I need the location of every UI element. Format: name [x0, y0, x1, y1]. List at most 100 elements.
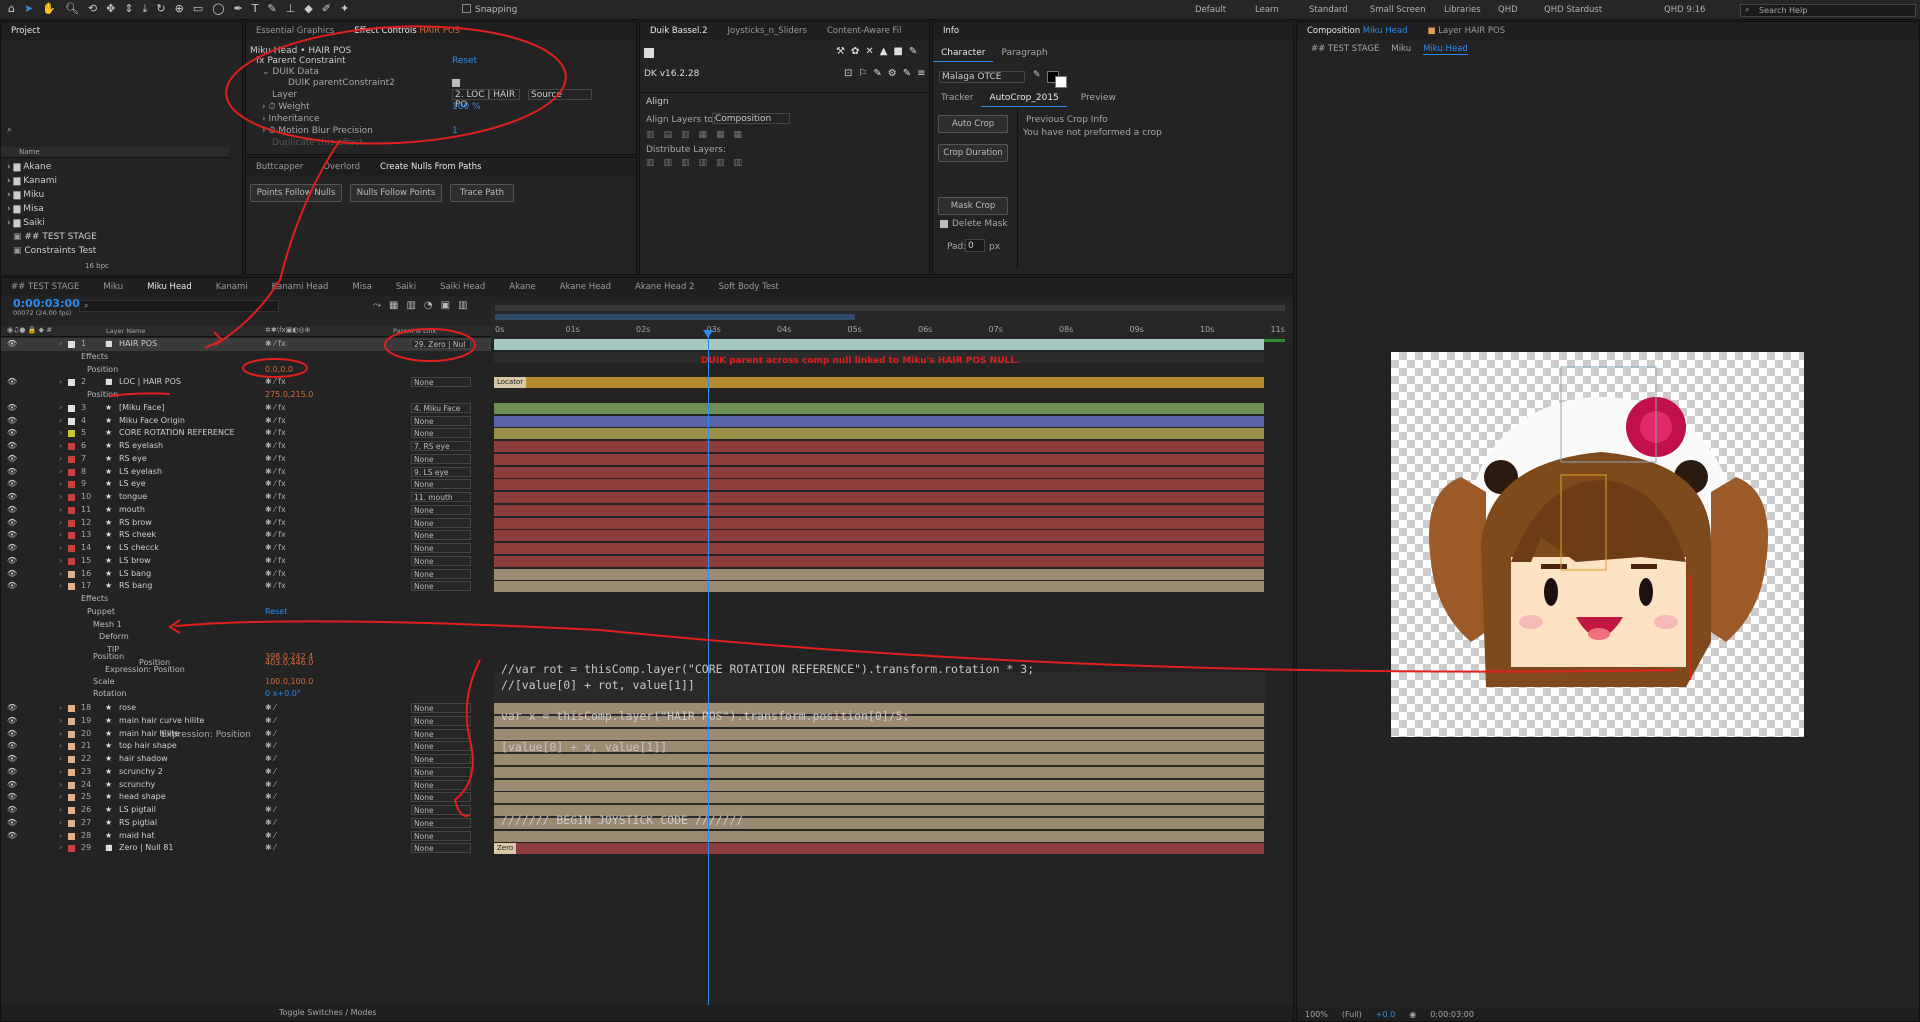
property-row[interactable]: Effects: [1, 351, 491, 364]
label-color-swatch[interactable]: [68, 583, 75, 591]
label-color-swatch[interactable]: [68, 532, 75, 540]
expand-arrow-icon[interactable]: ›: [59, 568, 62, 581]
delete-mask-checkbox[interactable]: [940, 220, 948, 228]
eye-icon[interactable]: 👁︎: [7, 338, 17, 351]
eye-icon[interactable]: 👁︎: [7, 804, 17, 817]
layer-name[interactable]: scrunchy 2: [119, 766, 163, 779]
list-item[interactable]: › ▆ Saiki: [1, 216, 229, 230]
layer-duration-bar[interactable]: [494, 568, 1264, 580]
mbp-value[interactable]: 1: [452, 126, 458, 136]
layer-duration-bar[interactable]: [494, 581, 1264, 593]
timeline-tab[interactable]: Kanami Head: [262, 278, 343, 296]
move-tool-icon[interactable]: ✥: [106, 2, 115, 16]
switch-icons[interactable]: ✱ ⁄: [265, 740, 276, 753]
stamp-tool-icon[interactable]: ⊥: [286, 2, 296, 16]
label-color-swatch[interactable]: [68, 455, 75, 463]
tab-joysticks[interactable]: Joysticks_n_Sliders: [718, 22, 817, 40]
table-row[interactable]: 👁︎ › 26 ★ LS pigtail ✱ ⁄ None: [1, 804, 491, 817]
table-row[interactable]: › 29 ■ Zero | Null 81 ✱ ⁄ None: [1, 842, 491, 855]
eye-icon[interactable]: 👁︎: [7, 478, 17, 491]
eye-icon[interactable]: 👁︎: [7, 715, 17, 728]
expand-arrow-icon[interactable]: ›: [59, 842, 62, 855]
eye-icon[interactable]: 👁︎: [7, 453, 17, 466]
orbit-tool-icon[interactable]: ⟲: [88, 2, 97, 16]
table-row[interactable]: 👁︎ › 11 ★ mouth ✱ ⁄ fx None: [1, 504, 491, 517]
name-column-header[interactable]: Name: [19, 147, 40, 158]
snapping-checkbox[interactable]: [462, 4, 471, 13]
property-row[interactable]: Deform: [1, 631, 491, 644]
expand-arrow-icon[interactable]: ›: [59, 517, 62, 530]
layer-select[interactable]: 2. LOC | HAIR PO: [452, 89, 520, 110]
switch-icons[interactable]: ✱ ⁄ fx: [265, 542, 286, 555]
list-item[interactable]: ▣ Constraints Test: [1, 244, 229, 258]
property-value[interactable]: 100.0,100.0: [265, 676, 313, 689]
eye-icon[interactable]: 👁︎: [7, 415, 17, 428]
table-row[interactable]: 👁︎ › 9 ★ LS eye ✱ ⁄ fx None: [1, 478, 491, 491]
label-color-swatch[interactable]: [68, 743, 75, 751]
table-row[interactable]: 👁︎ › 18 ★ rose ✱ ⁄ None: [1, 702, 491, 715]
layer-duration-bar[interactable]: [494, 555, 1264, 567]
parent-select[interactable]: None: [411, 766, 471, 777]
switch-icons[interactable]: ✱ ⁄ fx: [265, 555, 286, 568]
eye-icon[interactable]: 👁︎: [7, 504, 17, 517]
label-color-swatch[interactable]: [68, 506, 75, 514]
expand-arrow-icon[interactable]: ›: [59, 766, 62, 779]
label-color-swatch[interactable]: [68, 832, 75, 840]
layer-name[interactable]: LS pigtail: [119, 804, 156, 817]
tab-content-aware[interactable]: Content-Aware Fil: [817, 22, 912, 40]
layer-name[interactable]: Miku Face Origin: [119, 415, 185, 428]
parent-select[interactable]: 11. mouth: [411, 492, 471, 502]
layer-name[interactable]: Zero | Null 81: [119, 842, 173, 855]
parent-select[interactable]: 29. Zero | Nul: [411, 339, 471, 349]
table-row[interactable]: 👁︎ › 4 ★ Miku Face Origin ✱ ⁄ fx None: [1, 415, 491, 428]
locator-marker[interactable]: Locator: [494, 377, 527, 389]
tab-duik[interactable]: Duik Bassel.2: [640, 22, 718, 40]
timeline-tab[interactable]: Saiki Head: [430, 278, 499, 296]
layer-name-header[interactable]: Layer Name: [106, 327, 145, 335]
layer-name[interactable]: RS eyelash: [119, 440, 163, 453]
table-row[interactable]: 👁︎ › 25 ★ head shape ✱ ⁄ None: [1, 791, 491, 804]
fx-name[interactable]: fx Parent Constraint: [256, 56, 346, 66]
tab-buttcapper[interactable]: Buttcapper: [246, 158, 313, 176]
label-color-swatch[interactable]: [68, 845, 75, 853]
list-item[interactable]: ▣ ## TEST STAGE: [1, 230, 229, 244]
layer-name[interactable]: scrunchy: [119, 779, 155, 792]
layer-duration-bar[interactable]: [494, 517, 1264, 529]
switch-icons[interactable]: ✱ ⁄ fx: [265, 338, 286, 351]
layer-name[interactable]: RS pigtial: [119, 817, 157, 830]
puppet-reset-link[interactable]: Reset: [265, 606, 287, 619]
property-row[interactable]: Rotation 0 x+0.0°: [1, 688, 491, 701]
resolution-select[interactable]: (Full): [1342, 1010, 1362, 1019]
tab-paragraph[interactable]: Paragraph: [993, 48, 1055, 62]
parent-select[interactable]: None: [411, 792, 471, 803]
layer-name[interactable]: LS bang: [119, 568, 151, 581]
tab-create-nulls[interactable]: Create Nulls From Paths: [370, 158, 491, 176]
parent-select[interactable]: None: [411, 843, 471, 854]
breadcrumb-item[interactable]: Miku: [1391, 44, 1411, 55]
switch-icons[interactable]: ✱ ⁄ fx: [265, 440, 286, 453]
switch-icons[interactable]: ✱ ⁄: [265, 779, 276, 792]
tab-overlord[interactable]: Overlord: [313, 158, 370, 176]
workspace-default[interactable]: Default: [1195, 0, 1226, 20]
parent-select[interactable]: None: [411, 555, 471, 566]
switch-icons[interactable]: ✱ ⁄ fx: [265, 568, 286, 581]
code-line[interactable]: var x = thisComp.layer("HAIR POS").trans…: [501, 709, 1034, 725]
parent-select[interactable]: None: [411, 754, 471, 764]
switch-icons[interactable]: ✱ ⁄ fx: [265, 529, 286, 542]
eye-icon[interactable]: 👁︎: [7, 542, 17, 555]
label-color-swatch[interactable]: [68, 794, 75, 802]
table-row[interactable]: 👁︎ › 17 ★ RS bang ✱ ⁄ fx None: [1, 580, 491, 593]
table-row[interactable]: 👁︎ › 5 ★ CORE ROTATION REFERENCE ✱ ⁄ fx None: [1, 427, 491, 440]
eye-icon[interactable]: 👁︎: [7, 402, 17, 415]
puppet-tool-icon[interactable]: ✦: [340, 2, 349, 16]
camera-icon[interactable]: ◉: [1409, 1010, 1416, 1019]
workspace-qhd[interactable]: QHD: [1498, 0, 1518, 20]
list-item[interactable]: › ▆ Akane: [1, 160, 229, 174]
table-row[interactable]: 👁︎ › 24 ★ scrunchy ✱ ⁄ None: [1, 779, 491, 792]
timeline-tab[interactable]: Miku: [93, 278, 137, 296]
composition-canvas[interactable]: [1391, 352, 1804, 737]
table-row[interactable]: 👁︎ › 8 ★ LS eyelash ✱ ⁄ fx 9. LS eye: [1, 466, 491, 479]
layer-name[interactable]: top hair shape: [119, 740, 177, 753]
expand-arrow-icon[interactable]: ›: [59, 702, 62, 715]
table-row[interactable]: 👁︎ › 22 ★ hair shadow ✱ ⁄ None: [1, 753, 491, 766]
